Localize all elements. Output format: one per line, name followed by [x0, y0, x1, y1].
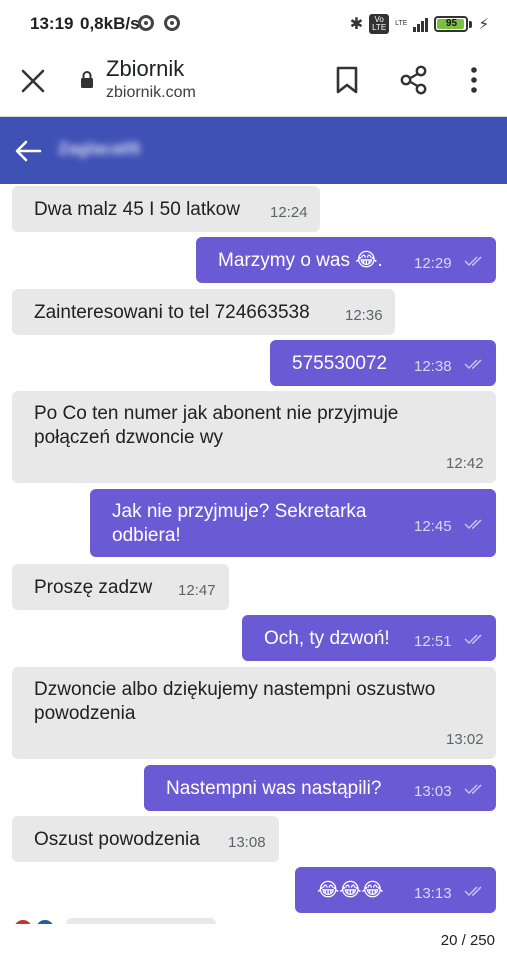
chat-header: Zaglaca05 — [0, 117, 507, 184]
battery-tip — [469, 20, 473, 28]
message-text: Po Co ten numer jak abonent nie przyjmuj… — [34, 403, 399, 448]
message-incoming: Oszust powodzenia 13:08 — [12, 816, 279, 862]
page-count: 20 / 250 — [440, 932, 495, 949]
contact-name[interactable]: Zaglaca05 — [58, 139, 140, 159]
browser-toolbar: Zbiornik zbiornik.com — [0, 48, 507, 117]
message-outgoing: Marzymy o was 😂. 12:29 — [196, 237, 496, 283]
message-incoming: Proszę zadzw 12:47 — [12, 564, 229, 610]
message-time: 12:24 — [270, 204, 308, 221]
message-text: Dzwoncie albo dziękujemy nastempni oszus… — [34, 679, 436, 724]
message-time: 12:42 — [446, 455, 484, 472]
close-icon[interactable] — [20, 68, 46, 94]
battery-icon: 95 — [434, 16, 469, 32]
back-arrow-icon[interactable] — [14, 139, 42, 163]
status-indicators: ✱ Vo LTE LTE 95 ⚡ — [350, 12, 489, 36]
message-incoming: Po Co ten numer jak abonent nie przyjmuj… — [12, 391, 496, 483]
message-time: 13:03 — [414, 783, 452, 800]
volte-badge: Vo LTE — [369, 14, 390, 34]
more-icon[interactable] — [464, 65, 484, 95]
bluetooth-icon: ✱ — [349, 16, 364, 33]
footer: 20 / 250 — [0, 924, 507, 960]
double-check-icon — [464, 784, 482, 795]
double-check-icon — [464, 359, 482, 370]
message-text: Nastempni was nastąpili? — [166, 778, 382, 799]
message-text: Oszust powodzenia — [34, 829, 200, 850]
signal-icon — [413, 16, 429, 32]
message-time: 12:47 — [178, 582, 216, 599]
page-url[interactable]: zbiornik.com — [106, 84, 196, 102]
message-outgoing: Nastempni was nastąpili? 13:03 — [144, 765, 496, 811]
message-outgoing: Och, ty dzwoń! 12:51 — [242, 615, 496, 661]
message-text: 575530072 — [292, 353, 388, 374]
status-net-speed: 0,8kB/s — [80, 14, 140, 33]
double-check-icon — [464, 634, 482, 645]
message-text: Dwa malz 45 I 50 latkow — [34, 199, 240, 220]
bookmark-icon[interactable] — [334, 66, 360, 94]
chrome-icon — [138, 15, 154, 31]
message-incoming: Dwa malz 45 I 50 latkow 12:24 — [12, 186, 320, 232]
message-outgoing: Jak nie przyjmuje? Sekretarka odbiera! 1… — [90, 489, 496, 557]
status-time: 13:19 — [30, 14, 74, 33]
status-bar: 13:19 0,8kB/s ✱ Vo LTE LTE 95 ⚡ — [0, 0, 507, 48]
message-time: 12:51 — [414, 633, 452, 650]
chrome-icon — [164, 15, 180, 31]
message-text: 😂😂😂 — [317, 880, 384, 901]
message-time: 12:38 — [414, 358, 452, 375]
message-text: Och, ty dzwoń! — [264, 628, 390, 649]
message-incoming: Zainteresowani to tel 724663538 12:36 — [12, 289, 395, 335]
message-time: 12:45 — [414, 518, 452, 535]
double-check-icon — [464, 256, 482, 267]
double-check-icon — [464, 519, 482, 530]
page-title: Zbiornik — [106, 56, 185, 81]
message-text: Proszę zadzw — [34, 577, 153, 598]
message-time: 12:36 — [345, 307, 383, 324]
lte-label: LTE — [395, 20, 408, 27]
message-time: 12:29 — [414, 255, 452, 272]
lock-icon — [81, 71, 93, 88]
message-text: Jak nie przyjmuje? Sekretarka odbiera! — [112, 501, 367, 546]
message-time: 13:13 — [414, 885, 452, 902]
message-time: 13:08 — [228, 834, 266, 851]
message-outgoing: 😂😂😂 13:13 — [295, 867, 496, 913]
share-icon[interactable] — [399, 65, 429, 95]
battery-percent: 95 — [445, 18, 458, 29]
charging-icon: ⚡ — [478, 16, 489, 33]
message-text: Zainteresowani to tel 724663538 — [34, 302, 310, 323]
message-list: Dwa malz 45 I 50 latkow 12:24 Marzymy o … — [0, 184, 507, 924]
message-text: Marzymy o was 😂. — [218, 250, 383, 271]
message-outgoing: 575530072 12:38 — [270, 340, 496, 386]
message-incoming: Dzwoncie albo dziękujemy nastempni oszus… — [12, 667, 496, 759]
message-time: 13:02 — [446, 731, 484, 748]
double-check-icon — [464, 886, 482, 897]
